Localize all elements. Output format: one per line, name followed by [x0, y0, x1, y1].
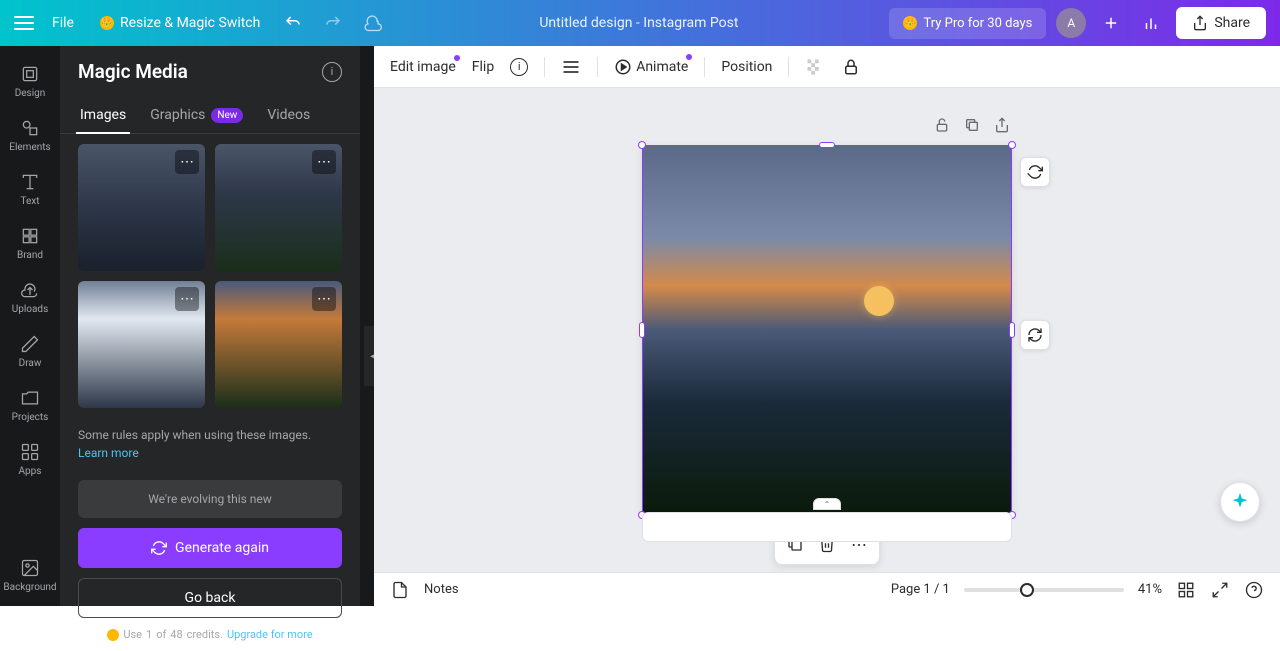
- rules-text: Some rules apply when using these images…: [60, 418, 360, 470]
- resize-handle-tr[interactable]: [1008, 141, 1016, 149]
- tab-images[interactable]: Images: [68, 97, 138, 133]
- nav-text[interactable]: Text: [2, 164, 58, 214]
- notification-dot-icon: [686, 54, 692, 60]
- panel-tabs: Images Graphics New Videos: [60, 97, 360, 134]
- notes-label[interactable]: Notes: [424, 582, 459, 597]
- cloud-sync-icon[interactable]: [358, 8, 388, 38]
- notes-icon[interactable]: [390, 580, 410, 600]
- learn-more-link[interactable]: Learn more: [78, 446, 139, 460]
- flip-button[interactable]: Flip: [472, 59, 494, 75]
- canvas-stage[interactable]: ⋯ ⌃: [374, 88, 1280, 572]
- crown-icon: 👑: [100, 16, 114, 30]
- resize-magic-switch-button[interactable]: 👑 Resize & Magic Switch: [92, 9, 268, 37]
- resize-handle-top[interactable]: [819, 142, 835, 148]
- generated-image-4[interactable]: ⋯: [215, 281, 342, 408]
- zoom-slider[interactable]: [964, 588, 1124, 592]
- design-title[interactable]: Untitled design - Instagram Post: [539, 15, 738, 31]
- fullscreen-icon[interactable]: [1210, 580, 1230, 600]
- undo-button[interactable]: [278, 8, 308, 38]
- tab-graphics[interactable]: Graphics New: [138, 97, 255, 133]
- refresh-element-button[interactable]: [1020, 157, 1050, 187]
- edit-image-button[interactable]: Edit image: [390, 59, 456, 75]
- position-button[interactable]: Position: [721, 59, 772, 75]
- expand-pages-button[interactable]: ⌃: [813, 498, 841, 510]
- panel-scrollbar[interactable]: ◀: [360, 46, 374, 606]
- add-collaborator-button[interactable]: [1096, 8, 1126, 38]
- resize-handle-left[interactable]: [639, 322, 645, 338]
- page-indicator[interactable]: Page 1 / 1: [891, 582, 950, 597]
- evolving-notice: We're evolving this new: [78, 480, 342, 518]
- image-options-icon[interactable]: ⋯: [175, 287, 199, 311]
- image-options-icon[interactable]: ⋯: [312, 150, 336, 174]
- nav-rail: Design Elements Text Brand Uploads Draw …: [0, 46, 60, 606]
- upgrade-link[interactable]: Upgrade for more: [227, 628, 313, 641]
- help-icon[interactable]: [1244, 580, 1264, 600]
- canvas-toolbar: Edit image Flip i Animate Position: [374, 46, 1280, 88]
- panel-title: Magic Media: [78, 60, 188, 83]
- nav-projects[interactable]: Projects: [2, 380, 58, 430]
- credits-info: Use 1 of 48 credits. Upgrade for more: [60, 618, 360, 651]
- lock-icon[interactable]: [841, 57, 861, 77]
- nav-uploads[interactable]: Uploads: [2, 272, 58, 322]
- new-badge: New: [211, 108, 243, 123]
- try-pro-button[interactable]: 👑 Try Pro for 30 days: [889, 8, 1046, 39]
- transparency-icon[interactable]: [805, 57, 825, 77]
- animate-button[interactable]: Animate: [614, 58, 688, 76]
- generate-again-button[interactable]: Generate again: [78, 528, 342, 568]
- go-back-button[interactable]: Go back: [78, 578, 342, 618]
- avatar[interactable]: A: [1056, 8, 1086, 38]
- resize-handle-tl[interactable]: [638, 141, 646, 149]
- file-menu[interactable]: File: [44, 9, 82, 37]
- magic-assist-button[interactable]: [1220, 482, 1260, 522]
- tab-videos[interactable]: Videos: [255, 97, 322, 133]
- resize-label: Resize & Magic Switch: [120, 15, 260, 31]
- nav-apps[interactable]: Apps: [2, 434, 58, 484]
- nav-brand[interactable]: Brand: [2, 218, 58, 268]
- share-button[interactable]: Share: [1176, 7, 1266, 39]
- canvas-page[interactable]: ⋯: [642, 145, 1012, 515]
- nav-design[interactable]: Design: [2, 56, 58, 106]
- bottom-bar: Notes Page 1 / 1 41%: [374, 572, 1280, 606]
- nav-draw[interactable]: Draw: [2, 326, 58, 376]
- image-options-icon[interactable]: ⋯: [175, 150, 199, 174]
- grid-view-icon[interactable]: [1176, 580, 1196, 600]
- side-panel: Magic Media i Images Graphics New Videos…: [60, 46, 360, 606]
- resize-handle-right[interactable]: [1009, 322, 1015, 338]
- add-page-button[interactable]: [642, 512, 1012, 542]
- crown-icon: 👑: [903, 16, 917, 30]
- lock-page-icon[interactable]: [934, 117, 952, 135]
- generated-image-2[interactable]: ⋯: [215, 144, 342, 271]
- insights-button[interactable]: [1136, 8, 1166, 38]
- nav-elements[interactable]: Elements: [2, 110, 58, 160]
- moon-visual: [864, 286, 894, 316]
- notification-dot-icon: [454, 55, 460, 61]
- share-page-icon[interactable]: [994, 117, 1012, 135]
- crown-icon: [107, 629, 119, 641]
- zoom-thumb[interactable]: [1020, 583, 1034, 597]
- generated-image-3[interactable]: ⋯: [78, 281, 205, 408]
- duplicate-page-icon[interactable]: [964, 117, 982, 135]
- align-icon[interactable]: [561, 57, 581, 77]
- selected-image-element[interactable]: [642, 145, 1012, 515]
- top-bar: File 👑 Resize & Magic Switch Untitled de…: [0, 0, 1280, 46]
- rotate-element-button[interactable]: [1020, 320, 1050, 350]
- image-options-icon[interactable]: ⋯: [312, 287, 336, 311]
- redo-button[interactable]: [318, 8, 348, 38]
- nav-background[interactable]: Background: [2, 550, 58, 600]
- info-icon[interactable]: i: [322, 62, 342, 82]
- canvas-area: Edit image Flip i Animate Position: [374, 46, 1280, 606]
- generated-image-1[interactable]: ⋯: [78, 144, 205, 271]
- info-button[interactable]: i: [510, 58, 528, 76]
- menu-icon[interactable]: [14, 16, 34, 30]
- generated-images-grid: ⋯ ⋯ ⋯ ⋯: [60, 134, 360, 418]
- zoom-percent[interactable]: 41%: [1138, 582, 1162, 597]
